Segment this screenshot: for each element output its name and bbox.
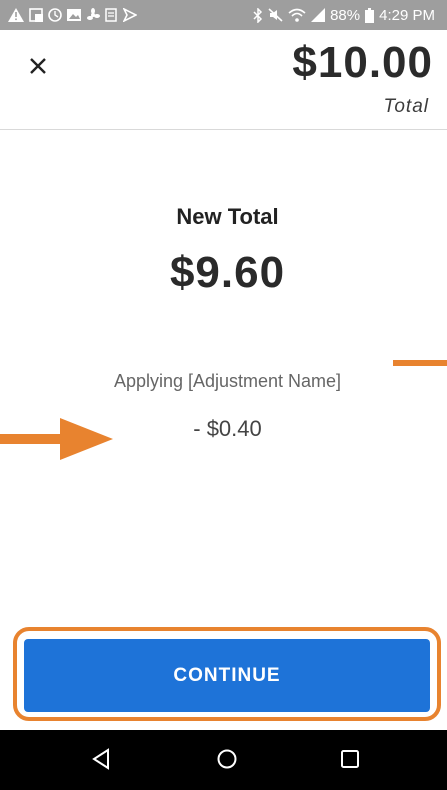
recents-button[interactable] (338, 747, 366, 775)
warning-icon (8, 8, 24, 22)
annotation-arrow-right (393, 360, 447, 366)
notification-icons (8, 8, 137, 22)
document-icon (105, 8, 117, 22)
status-time: 4:29 PM (379, 6, 435, 24)
new-total-amount: $9.60 (169, 248, 286, 297)
back-icon (92, 748, 109, 770)
back-button[interactable] (89, 747, 117, 775)
total-amount: $10.00 (292, 38, 433, 87)
recents-icon (341, 750, 359, 768)
signal-icon (311, 8, 326, 22)
header: $10.00 Total (0, 30, 447, 130)
fan-icon (87, 8, 100, 20)
battery-icon (365, 7, 375, 23)
continue-button[interactable]: CONTINUE (24, 639, 430, 712)
send-icon (123, 8, 137, 22)
bluetooth-icon (253, 7, 263, 23)
clock-icon (48, 8, 62, 22)
home-button[interactable] (215, 747, 243, 775)
status-bar: 88% 4:29 PM (0, 0, 447, 30)
navigation-bar (0, 730, 447, 790)
system-icons: 88% 4:29 PM (253, 7, 435, 24)
home-icon (217, 749, 237, 769)
screenshot-icon (29, 8, 43, 22)
adjustment-label: Applying [Adjustment Name] (113, 371, 342, 391)
total-label: Total (383, 96, 429, 117)
wifi-icon (288, 8, 306, 22)
close-icon (30, 58, 46, 74)
battery-percent: 88% (330, 6, 361, 24)
close-button[interactable] (24, 52, 52, 80)
mute-icon (268, 8, 283, 22)
new-total-label: New Total (176, 204, 279, 229)
gallery-icon (67, 9, 81, 21)
annotation-arrow-left (0, 418, 113, 460)
